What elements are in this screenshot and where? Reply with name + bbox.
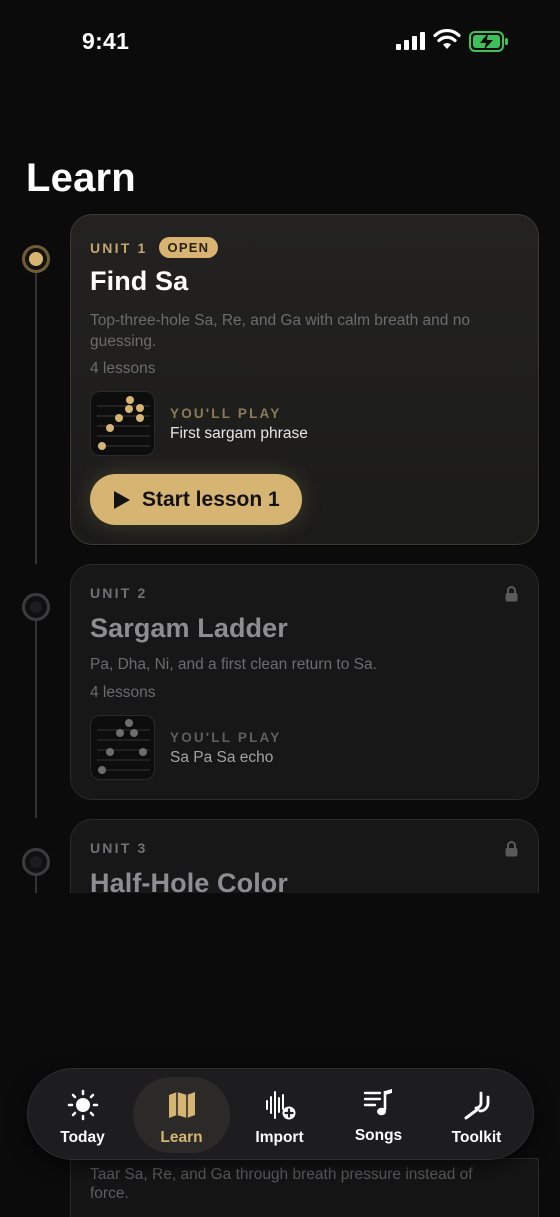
battery-charging-icon: [469, 31, 508, 52]
tab-label: Today: [60, 1129, 105, 1146]
page-title: Learn: [26, 156, 136, 200]
unit-header: UNIT 1 OPEN: [90, 237, 219, 258]
tab-toolkit[interactable]: Toolkit: [428, 1077, 525, 1153]
unit-label: UNIT 2: [90, 585, 148, 601]
unit-card-1[interactable]: UNIT 1 OPEN Find Sa Top-three-hole Sa, R…: [70, 214, 539, 545]
timeline-node-unit-2: [22, 593, 50, 621]
timeline-node-unit-3: [22, 848, 50, 876]
timeline-line: [35, 272, 37, 564]
notation-icon: [97, 396, 150, 450]
tab-learn[interactable]: Learn: [133, 1077, 230, 1153]
unit-card-2[interactable]: UNIT 2 Sargam Ladder Pa, Dha, Ni, and a …: [70, 564, 539, 800]
tuning-fork-icon: [464, 1091, 489, 1120]
unit-description: Top-three-hole Sa, Re, and Ga with calm …: [90, 312, 470, 350]
status-bar: 9:41: [0, 0, 560, 80]
unit-label: UNIT 1: [90, 239, 148, 256]
unit-header: UNIT 2: [90, 585, 148, 601]
map-icon: [168, 1092, 195, 1118]
play-icon: [114, 490, 130, 509]
tab-label: Learn: [160, 1129, 203, 1146]
tab-import[interactable]: Import: [231, 1077, 328, 1153]
start-lesson-label: Start lesson 1: [142, 487, 280, 511]
lesson-count: 4 lessons: [90, 360, 156, 377]
unit-label: UNIT 3: [90, 840, 148, 856]
you-will-play-value: Sa Pa Sa echo: [170, 749, 274, 766]
sun-icon: [67, 1089, 98, 1121]
lesson-count: 4 lessons: [90, 684, 156, 701]
tab-label: Songs: [354, 1127, 403, 1144]
unit-description: Pa, Dha, Ni, and a first clean return to…: [90, 656, 377, 673]
timeline-line: [35, 875, 37, 893]
tab-songs[interactable]: Songs: [330, 1075, 427, 1151]
notation-icon: [97, 719, 150, 774]
status-time: 9:41: [82, 28, 130, 54]
tab-label: Import: [255, 1129, 304, 1146]
tab-label: Toolkit: [451, 1129, 502, 1146]
lock-icon: [505, 586, 518, 602]
waveform-plus-icon: [265, 1091, 295, 1120]
status-badge: OPEN: [158, 237, 219, 258]
notation-thumbnail: [90, 391, 155, 456]
timeline-node-unit-1: [22, 245, 50, 273]
tab-bar: Today Learn Import Songs Toolkit: [27, 1068, 534, 1160]
timeline-line: [35, 620, 37, 818]
unit-header: UNIT 3: [90, 840, 148, 856]
you-will-play-value: First sargam phrase: [170, 425, 308, 442]
cellular-signal-icon: [396, 32, 425, 50]
unit-description: Taar Sa, Re, and Ga through breath press…: [90, 1166, 473, 1202]
you-will-play-label: YOU'LL PLAY: [170, 730, 282, 745]
music-list-icon: [363, 1089, 392, 1116]
unit-title: Find Sa: [90, 266, 189, 296]
start-lesson-button[interactable]: Start lesson 1: [90, 474, 302, 525]
notation-thumbnail: [90, 715, 155, 780]
wifi-icon: [433, 29, 461, 49]
unit-card-3-continuation: Taar Sa, Re, and Ga through breath press…: [70, 1158, 539, 1217]
unit-title: Sargam Ladder: [90, 613, 288, 643]
lock-icon: [505, 841, 518, 857]
tab-today[interactable]: Today: [34, 1077, 131, 1153]
you-will-play-label: YOU'LL PLAY: [170, 406, 282, 421]
